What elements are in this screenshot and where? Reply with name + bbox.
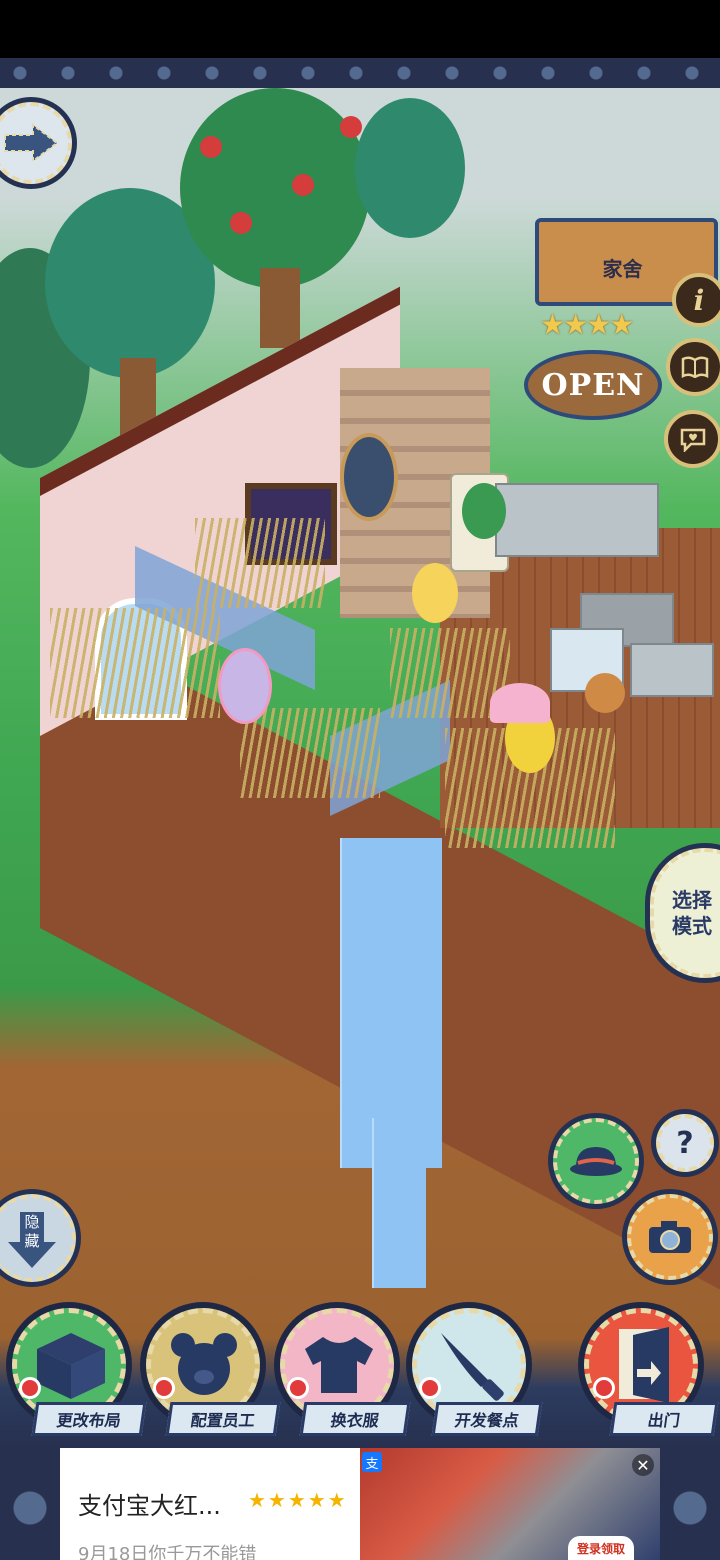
- apple: [292, 174, 314, 196]
- parasol: [490, 683, 550, 723]
- bear-face-icon: [171, 1333, 237, 1395]
- pin-marker: [419, 1377, 441, 1399]
- apple: [340, 116, 362, 138]
- customer-character[interactable]: [585, 673, 625, 713]
- shirt-icon: [305, 1337, 373, 1393]
- star-border-bottom: [660, 1448, 720, 1560]
- ad-title[interactable]: 支付宝大红...: [78, 1486, 221, 1521]
- ad-subtitle: 9月18日你千万不能错: [78, 1544, 257, 1560]
- wheat-field: [50, 608, 220, 718]
- shop-rating: ★★★★: [540, 308, 634, 341]
- game-scene[interactable]: 家舍 ★★★★ OPEN i 选择 模式 隐 藏 ? 更改布局 配置员工 换衣服…: [0, 88, 720, 1448]
- chat-glyph: [680, 428, 706, 452]
- star-border-top: [0, 58, 720, 88]
- hide-ui-label: 隐 藏: [24, 1213, 40, 1250]
- exit-label[interactable]: 出门: [609, 1402, 719, 1436]
- apple: [200, 136, 222, 158]
- ad-cta-button[interactable]: 登录领取: [568, 1536, 634, 1560]
- pin-marker: [19, 1377, 41, 1399]
- arrow-right-icon: [4, 123, 59, 163]
- knife-icon: [441, 1333, 504, 1401]
- info-icon-label: i: [693, 283, 705, 317]
- wheat-field: [195, 518, 325, 608]
- book-glyph: [681, 356, 709, 378]
- change-clothes-label[interactable]: 换衣服: [299, 1402, 411, 1436]
- star-border-bottom: [0, 1448, 60, 1560]
- ad-banner[interactable]: 支付宝大红... ★★★★★ 9月18日你千万不能错 支 ✕ 登录领取: [60, 1448, 660, 1560]
- change-layout-label[interactable]: 更改布局: [31, 1402, 147, 1436]
- status-bar: [0, 0, 720, 58]
- develop-menu-label[interactable]: 开发餐点: [431, 1402, 543, 1436]
- customer-character[interactable]: [218, 648, 272, 724]
- info-icon[interactable]: i: [672, 273, 720, 327]
- assign-staff-label[interactable]: 配置员工: [165, 1402, 281, 1436]
- staff-character[interactable]: [340, 433, 398, 521]
- staff-character[interactable]: [462, 483, 506, 539]
- tree-trunk: [260, 268, 300, 348]
- close-icon[interactable]: ✕: [632, 1454, 654, 1476]
- apple: [230, 212, 252, 234]
- ad-source-badge: 支: [362, 1452, 382, 1472]
- wheat-field: [240, 708, 380, 798]
- door-icon: [619, 1327, 669, 1403]
- camera-icon: [649, 1221, 691, 1253]
- sink[interactable]: [630, 643, 714, 697]
- select-mode-label: 选择 模式: [672, 888, 712, 938]
- pin-marker: [287, 1377, 309, 1399]
- help-icon: ?: [676, 1125, 694, 1161]
- waterfall: [372, 1118, 426, 1288]
- next-area-button[interactable]: [0, 102, 72, 184]
- camera-button[interactable]: [627, 1194, 713, 1280]
- pin-marker: [593, 1377, 615, 1399]
- chat-bubble-icon[interactable]: [664, 410, 720, 468]
- apple-tree: [180, 88, 370, 288]
- hat-icon: [570, 1147, 622, 1176]
- customer-character[interactable]: [412, 563, 458, 623]
- book-icon[interactable]: [666, 338, 720, 396]
- kitchen-counter[interactable]: [495, 483, 659, 557]
- pin-marker: [153, 1377, 175, 1399]
- ad-rating: ★★★★★: [248, 1488, 348, 1512]
- open-sign[interactable]: OPEN: [524, 350, 662, 420]
- hide-ui-button[interactable]: 隐 藏: [0, 1194, 76, 1282]
- tree: [355, 98, 465, 238]
- layout-box-icon: [37, 1333, 105, 1399]
- help-button[interactable]: ?: [656, 1114, 714, 1172]
- hat-button[interactable]: [553, 1118, 639, 1204]
